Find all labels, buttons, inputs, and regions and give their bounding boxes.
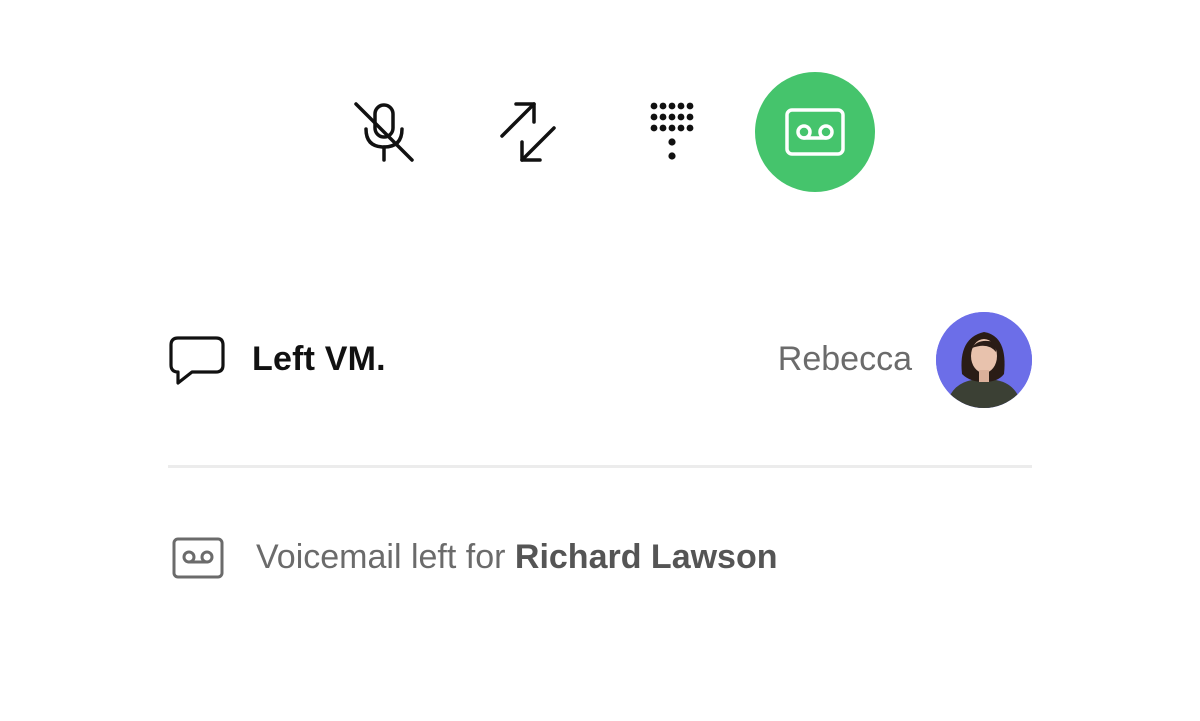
- keypad-button[interactable]: [632, 92, 712, 172]
- mute-button[interactable]: [344, 92, 424, 172]
- note-author-name: Rebecca: [777, 340, 912, 378]
- event-prefix: Voicemail left for: [256, 538, 515, 576]
- transfer-arrows-icon: [500, 102, 556, 162]
- contact-name[interactable]: Richard Lawson: [515, 538, 778, 576]
- call-note: Left VM. Rebecca: [168, 310, 1032, 410]
- voicemail-event-text: Voicemail left for Richard Lawson: [256, 538, 778, 577]
- dialpad-icon: [650, 102, 694, 160]
- microphone-off-icon: [354, 102, 414, 162]
- voicemail-button[interactable]: [755, 72, 875, 192]
- voicemail-icon: [785, 108, 845, 156]
- call-controls: [0, 0, 1200, 260]
- divider: [168, 465, 1032, 468]
- voicemail-icon: [172, 536, 224, 580]
- voicemail-event: Voicemail left for Richard Lawson: [168, 528, 1032, 588]
- chat-bubble-icon: [168, 335, 226, 387]
- transfer-button[interactable]: [488, 92, 568, 172]
- avatar[interactable]: [936, 312, 1032, 408]
- note-text: Left VM.: [252, 340, 386, 378]
